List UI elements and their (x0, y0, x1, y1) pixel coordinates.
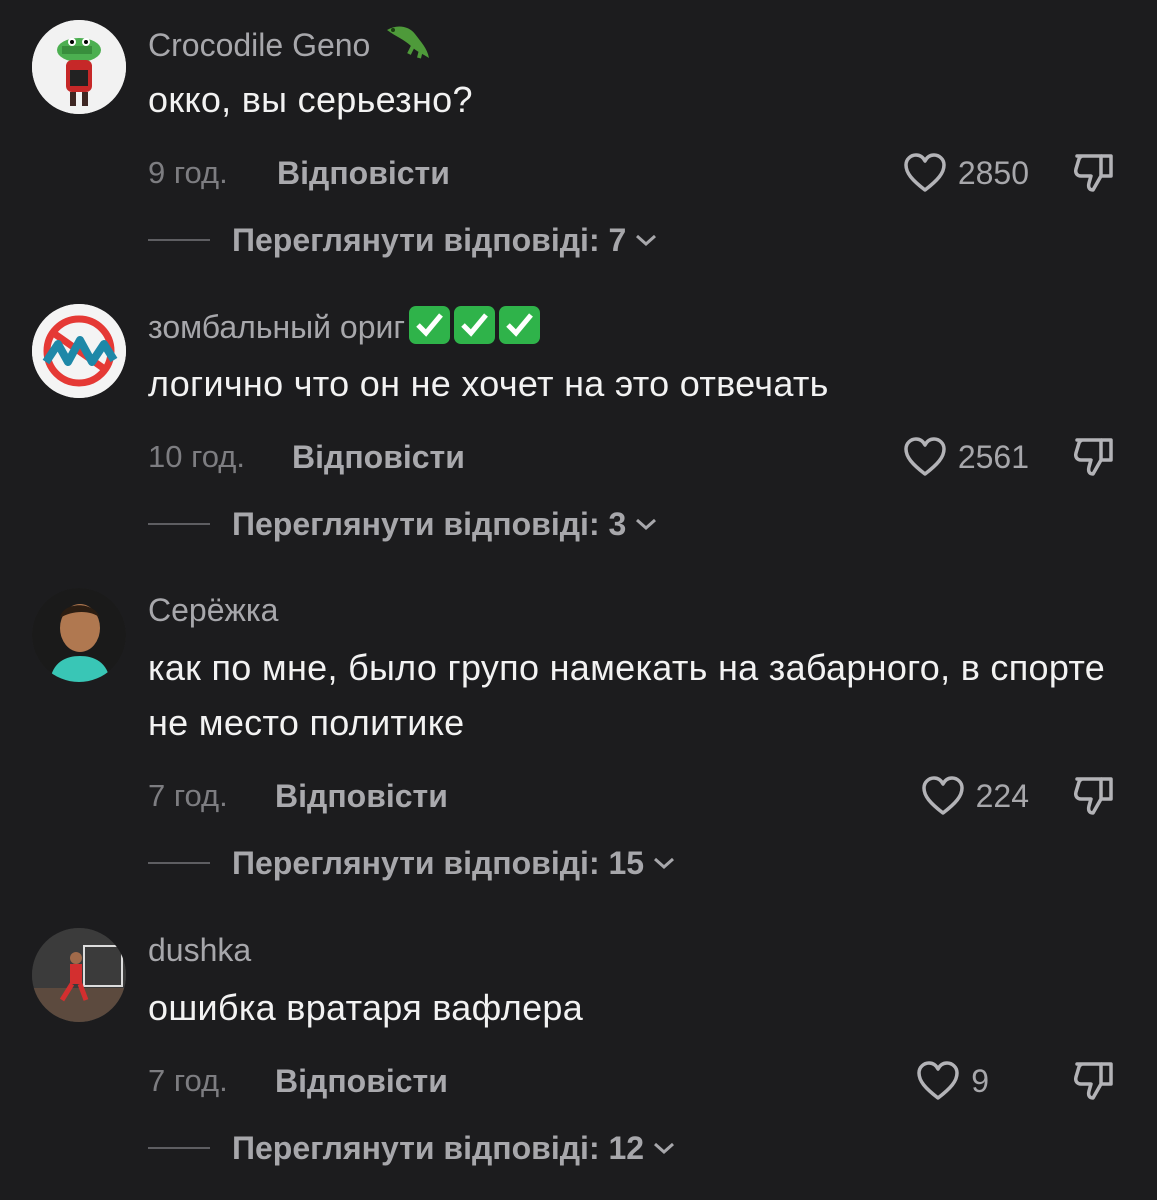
like-count: 9 (971, 1063, 989, 1099)
avatar[interactable] (32, 588, 126, 682)
chevron-down-icon (654, 1142, 675, 1155)
view-replies-button[interactable]: Переглянути відповіді: 3 (148, 504, 658, 544)
portrait-avatar-image (32, 588, 126, 682)
heart-icon (917, 1061, 959, 1100)
reply-button[interactable]: Відповісти (292, 437, 465, 477)
comment-text: как по мне, было групо намекать на забар… (148, 647, 1106, 743)
reply-button[interactable]: Відповісти (275, 1061, 448, 1101)
like-count: 2850 (957, 155, 1029, 191)
view-replies-button[interactable]: Переглянути відповіді: 12 (148, 1128, 676, 1168)
check-mark-button-icon (499, 306, 541, 344)
like-count: 224 (975, 778, 1029, 814)
avatar[interactable] (32, 304, 126, 398)
view-replies-label: Переглянути відповіді: 15 (232, 845, 645, 881)
like-button[interactable]: 9 (915, 1060, 989, 1102)
heart-icon (921, 776, 964, 815)
reply-button[interactable]: Відповісти (277, 153, 450, 193)
like-button[interactable]: 224 (920, 775, 1029, 817)
comment-time: 7 год. (148, 778, 228, 813)
chevron-down-icon (636, 234, 657, 247)
dislike-icon[interactable] (1071, 434, 1117, 480)
comment-time: 10 год. (148, 439, 245, 474)
reply-button[interactable]: Відповісти (275, 776, 448, 816)
divider-line (148, 239, 210, 241)
comment-text: логично что он не хочет на это отвечать (148, 363, 829, 404)
username[interactable]: Серёжка (148, 590, 278, 630)
avatar[interactable] (32, 20, 126, 114)
crocodile-avatar-image (32, 20, 126, 114)
view-replies-label: Переглянути відповіді: 7 (232, 222, 627, 258)
username[interactable]: зомбальный ориг (148, 306, 541, 347)
divider-line (148, 1147, 210, 1149)
check-mark-button-icon (409, 306, 451, 344)
check-mark-button-icon (454, 306, 496, 344)
avatar[interactable] (32, 928, 126, 1022)
crocodile-icon (383, 22, 433, 71)
comment-text: окко, вы серьезно? (148, 79, 473, 120)
chevron-down-icon (636, 518, 657, 531)
heart-icon (904, 153, 946, 192)
comment-time: 7 год. (148, 1063, 228, 1098)
dislike-icon[interactable] (1071, 150, 1117, 196)
heart-icon (904, 437, 946, 476)
view-replies-button[interactable]: Переглянути відповіді: 7 (148, 220, 658, 260)
view-replies-label: Переглянути відповіді: 3 (232, 506, 627, 542)
like-button[interactable]: 2561 (902, 436, 1029, 478)
username[interactable]: Crocodile Geno (148, 22, 433, 71)
football-avatar-image (32, 928, 126, 1022)
like-count: 2561 (957, 439, 1029, 475)
view-replies-label: Переглянути відповіді: 12 (232, 1130, 645, 1166)
divider-line (148, 862, 210, 864)
chevron-down-icon (654, 857, 675, 870)
view-replies-button[interactable]: Переглянути відповіді: 15 (148, 843, 676, 883)
divider-line (148, 523, 210, 525)
dislike-icon[interactable] (1071, 773, 1117, 819)
dislike-icon[interactable] (1071, 1058, 1117, 1104)
logo-avatar-image (32, 304, 126, 398)
username[interactable]: dushka (148, 930, 251, 970)
comment-time: 9 год. (148, 155, 228, 190)
comment-text: ошибка вратаря вафлера (148, 987, 584, 1028)
like-button[interactable]: 2850 (902, 152, 1029, 194)
